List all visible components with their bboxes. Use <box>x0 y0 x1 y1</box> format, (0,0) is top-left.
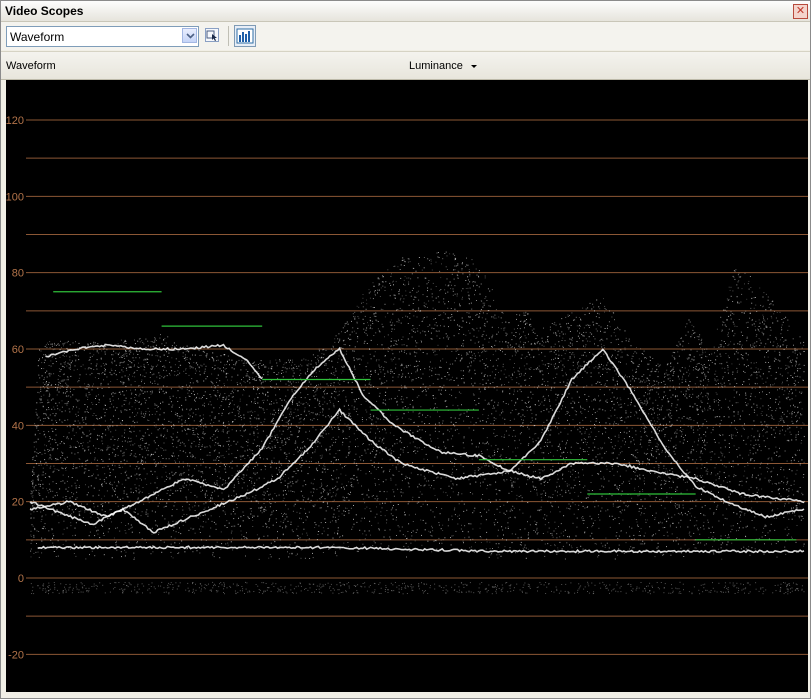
cursor-select-icon[interactable] <box>205 28 219 42</box>
y-tick-label: 100 <box>6 191 24 203</box>
chevron-down-icon[interactable] <box>182 28 197 43</box>
scope-header: Waveform Luminance <box>1 51 810 80</box>
y-tick-label: 0 <box>18 573 24 585</box>
y-tick-label: 120 <box>6 115 24 127</box>
window-title: Video Scopes <box>5 4 84 18</box>
scope-mode-title: Waveform <box>6 60 56 72</box>
caret-down-icon <box>470 64 477 68</box>
toolbar: Waveform <box>1 22 810 50</box>
waveform-trace <box>29 251 805 595</box>
scope-type-value: Waveform <box>10 30 65 44</box>
y-tick-label: 40 <box>12 420 24 432</box>
waveform-icon[interactable] <box>234 25 256 47</box>
waveform-chart: 120 100 80 60 40 20 0 -20 <box>6 115 808 661</box>
waveform-display: 120 100 80 60 40 20 0 -20 <box>6 80 808 692</box>
toolbar-separator <box>228 26 229 46</box>
luminance-curve <box>29 346 805 518</box>
video-scopes-window: Video Scopes ✕ Waveform Waveform Luminan… <box>0 0 811 699</box>
luminance-curve <box>45 343 263 380</box>
title-bar[interactable]: Video Scopes ✕ <box>1 1 810 22</box>
y-tick-label: -20 <box>8 649 24 661</box>
scope-type-select[interactable]: Waveform <box>6 26 199 47</box>
luminance-dropdown[interactable]: Luminance <box>409 60 477 72</box>
y-tick-label: 80 <box>12 268 24 280</box>
y-tick-label: 20 <box>12 497 24 509</box>
y-tick-label: 60 <box>12 344 24 356</box>
luminance-label: Luminance <box>409 60 463 72</box>
close-button[interactable]: ✕ <box>793 4 808 19</box>
